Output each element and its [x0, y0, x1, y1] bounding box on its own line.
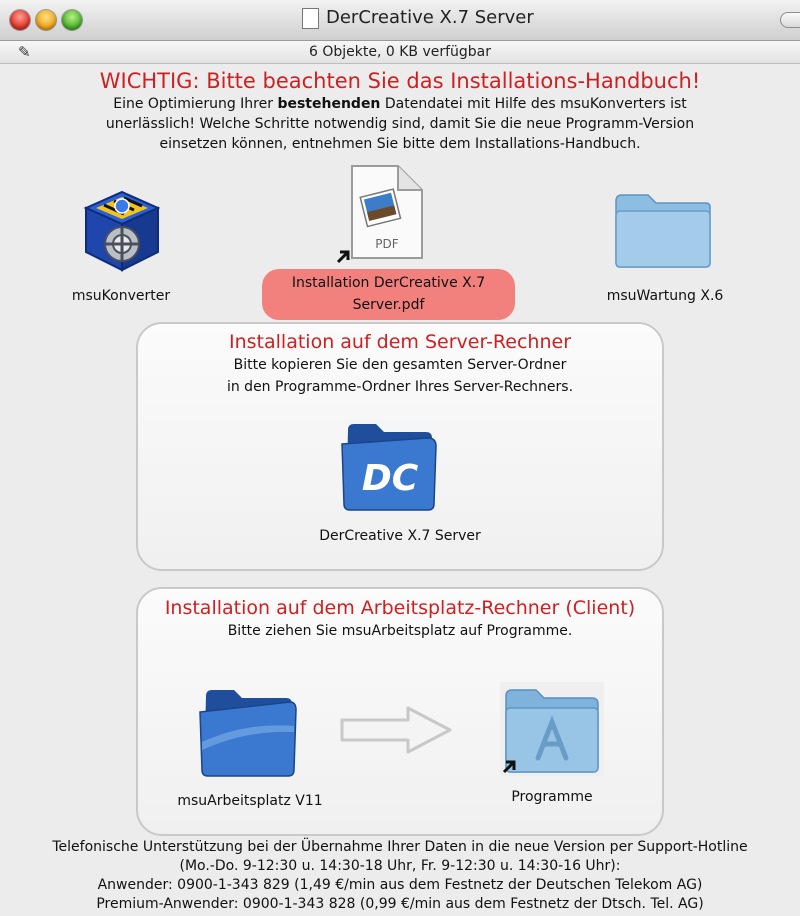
konverter-app-icon[interactable]: [80, 186, 162, 274]
status-text: 6 Objekte, 0 KB verfügbar: [308, 44, 492, 60]
pdf-badge: PDF: [375, 237, 398, 251]
server-panel-line-1: Bitte kopieren Sie den gesamten Server-O…: [233, 357, 567, 373]
warning-line-1-bold: bestehenden: [277, 96, 381, 112]
toolbar-toggle-button[interactable]: [780, 12, 800, 28]
window-title: DerCreative X.7 Server: [326, 7, 534, 28]
warning-line-1: Eine Optimierung Ihrer bestehenden Daten…: [0, 96, 800, 112]
dc-badge: DC: [362, 458, 419, 499]
client-panel-line-1: Bitte ziehen Sie msuArbeitsplatz auf Pro…: [227, 623, 573, 639]
pdf-label-line-2: Server.pdf: [352, 297, 425, 313]
server-folder-label: DerCreative X.7 Server: [319, 528, 481, 544]
arbeitsplatz-label: msuArbeitsplatz V11: [177, 793, 323, 809]
footer-line-4: Premium-Anwender: 0900-1-343 828 (0,99 €…: [96, 896, 704, 912]
konverter-label: msuKonverter: [71, 288, 171, 304]
programme-label: Programme: [511, 789, 593, 805]
server-panel-line-2: in den Programme-Ordner Ihres Server-Rec…: [226, 379, 574, 395]
warning-line-3: einsetzen können, entnehmen Sie bitte de…: [159, 136, 641, 152]
pdf-label-line-1: Installation DerCreative X.7: [291, 275, 486, 291]
warning-line-1-suffix: Datendatei mit Hilfe des msuKonverters i…: [380, 96, 687, 112]
status-bar: ✎ 6 Objekte, 0 KB verfügbar: [0, 41, 800, 64]
server-panel-title: Installation auf dem Server-Rechner: [229, 331, 571, 353]
pdf-label: Installation DerCreative X.7 Server.pdf: [262, 269, 515, 320]
zoom-button[interactable]: [62, 10, 82, 30]
footer-line-1: Telefonische Unterstützung bei der Übern…: [52, 839, 748, 855]
warning-line-1-prefix: Eine Optimierung Ihrer: [113, 96, 278, 112]
arrow-right-icon: [340, 706, 452, 754]
window-titlebar[interactable]: DerCreative X.7 Server: [0, 0, 800, 41]
arbeitsplatz-folder-icon[interactable]: [196, 682, 302, 780]
folder-icon[interactable]: [612, 191, 714, 269]
dc-server-folder-icon[interactable]: DC: [338, 416, 442, 514]
close-button[interactable]: [10, 10, 30, 30]
client-panel-title: Installation auf dem Arbeitsplatz-Rechne…: [164, 597, 636, 619]
warning-title: WICHTIG: Bitte beachten Sie das Installa…: [99, 69, 701, 93]
applications-folder-icon[interactable]: [500, 682, 604, 776]
wartung-label: msuWartung X.6: [606, 288, 724, 304]
minimize-button[interactable]: [36, 10, 56, 30]
pdf-document-icon[interactable]: PDF: [334, 162, 430, 266]
document-icon: [302, 8, 319, 29]
footer-line-2: (Mo.-Do. 9-12:30 u. 14:30-18 Uhr, Fr. 9-…: [179, 858, 621, 874]
warning-line-2: unerlässlich! Welche Schritte notwendig …: [105, 116, 695, 132]
footer-line-3: Anwender: 0900-1-343 829 (1,49 €/min aus…: [97, 877, 703, 893]
